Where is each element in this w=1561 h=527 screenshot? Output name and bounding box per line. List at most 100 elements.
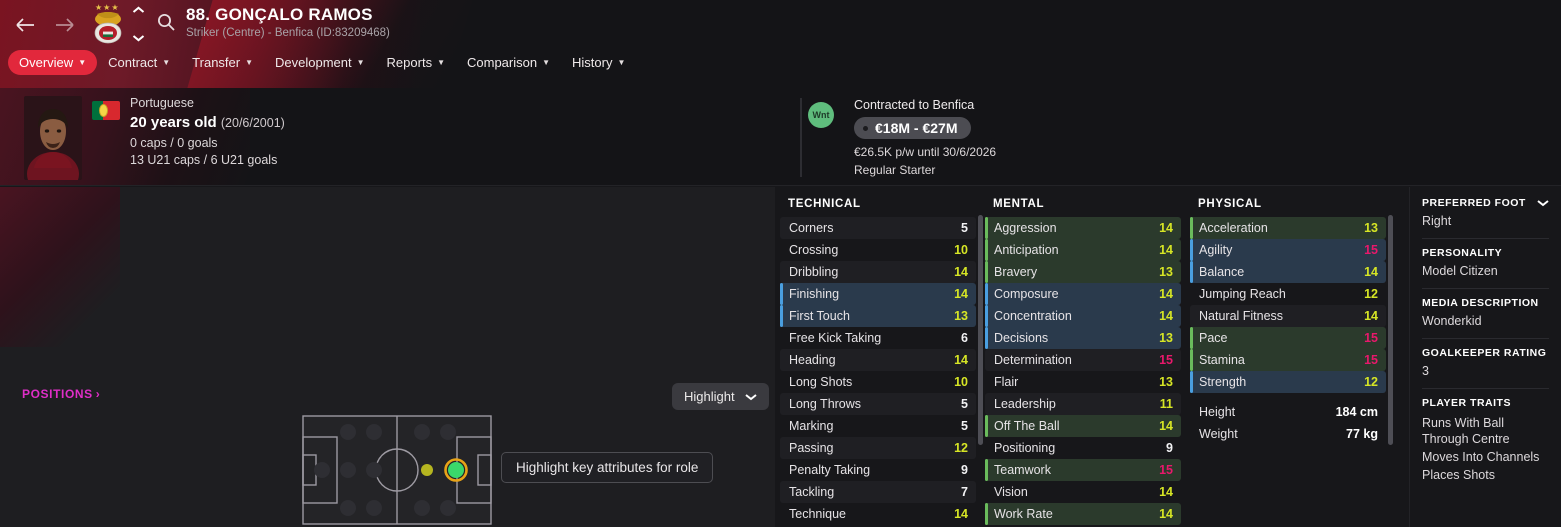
tab-reports[interactable]: Reports ▼ (376, 50, 456, 75)
technical-scrollbar[interactable] (978, 215, 983, 445)
attribute-row[interactable]: Agility 15 (1190, 239, 1386, 261)
attribute-row[interactable]: Corners 5 (780, 217, 976, 239)
attribute-row[interactable]: Stamina 15 (1190, 349, 1386, 371)
attribute-value: 15 (1364, 243, 1378, 257)
attribute-name: Aggression (994, 221, 1057, 235)
tab-transfer[interactable]: Transfer ▼ (181, 50, 264, 75)
attribute-row[interactable]: Teamwork 15 (985, 459, 1181, 481)
preferred-foot-heading[interactable]: PREFERRED FOOT (1422, 197, 1549, 209)
personality-label: PERSONALITY (1422, 246, 1503, 259)
attribute-value: 14 (1159, 243, 1173, 257)
attribute-row[interactable]: Free Kick Taking 6 (780, 327, 976, 349)
tab-contract[interactable]: Contract ▼ (97, 50, 181, 75)
attribute-row[interactable]: Balance 14 (1190, 261, 1386, 283)
mental-scrollbar[interactable] (1388, 215, 1393, 445)
attribute-row[interactable]: Crossing 10 (780, 239, 976, 261)
attribute-row[interactable]: Tackling 7 (780, 481, 976, 503)
attribute-value: 6 (961, 331, 968, 345)
chevron-up-icon[interactable] (132, 6, 145, 14)
player-stepper[interactable] (130, 6, 146, 42)
tab-history[interactable]: History ▼ (561, 50, 636, 75)
transfer-value-badge[interactable]: €18M - €27M (854, 117, 972, 139)
attribute-name: Long Shots (789, 375, 853, 389)
attribute-row[interactable]: Dribbling 14 (780, 261, 976, 283)
tab-comparison[interactable]: Comparison ▼ (456, 50, 561, 75)
wanted-badge[interactable]: Wnt (808, 102, 834, 128)
tab-development[interactable]: Development ▼ (264, 50, 376, 75)
attribute-row[interactable]: Positioning 9 (985, 437, 1181, 459)
attribute-row[interactable]: Long Throws 5 (780, 393, 976, 415)
attribute-name: Long Throws (789, 397, 862, 411)
tab-overview[interactable]: Overview ▼ (8, 50, 98, 75)
attribute-row[interactable]: Aggression 14 (985, 217, 1181, 239)
pitch-diagram[interactable]: Striker (Centre) (302, 415, 492, 527)
attribute-row[interactable]: Pace 15 (1190, 327, 1386, 349)
attribute-value: 5 (961, 221, 968, 235)
attribute-row[interactable]: Determination 15 (985, 349, 1181, 371)
attribute-row[interactable]: Natural Fitness 14 (1190, 305, 1386, 327)
attribute-row[interactable]: Flair 13 (985, 371, 1181, 393)
attribute-row[interactable]: Decisions 13 (985, 327, 1181, 349)
tab-contract-label: Contract (108, 55, 158, 70)
attribute-value: 12 (1364, 375, 1378, 389)
attribute-row[interactable]: Finishing 14 (780, 283, 976, 305)
birthdate-value: (20/6/2001) (220, 116, 285, 130)
attribute-value: 15 (1159, 463, 1173, 477)
attribute-row[interactable]: Long Shots 10 (780, 371, 976, 393)
benfica-crest-icon[interactable]: ★★★ (88, 3, 128, 45)
attribute-name: Crossing (789, 243, 839, 257)
attribute-row[interactable]: Off The Ball 14 (985, 415, 1181, 437)
attribute-row[interactable]: Leadership 11 (985, 393, 1181, 415)
attribute-value: 5 (961, 419, 968, 433)
media-description-value: Wonderkid (1422, 313, 1482, 328)
attribute-name: Technique (789, 507, 846, 521)
player-traits-label: PLAYER TRAITS (1422, 396, 1511, 409)
trait-item: Moves Into Channels (1422, 450, 1540, 464)
attribute-row[interactable]: Heading 14 (780, 349, 976, 371)
left-panel-background (0, 187, 120, 347)
trait-item: Runs With Ball Through Centre (1422, 415, 1510, 446)
chevron-down-icon[interactable] (1537, 199, 1549, 207)
search-icon[interactable] (156, 12, 176, 32)
attribute-row[interactable]: Anticipation 14 (985, 239, 1181, 261)
attribute-row[interactable]: Marking 5 (780, 415, 976, 437)
player-avatar (24, 96, 82, 180)
age-line: 20 years old (20/6/2001) (130, 114, 285, 131)
personality-heading: PERSONALITY (1422, 247, 1549, 259)
attribute-name: Determination (994, 353, 1072, 367)
attribute-name: Corners (789, 221, 834, 235)
attribute-value: 15 (1364, 353, 1378, 367)
highlight-dropdown[interactable]: Highlight (672, 383, 769, 410)
chevron-down-icon[interactable] (132, 34, 145, 42)
attribute-name: Penalty Taking (789, 463, 871, 477)
attribute-value: 14 (1364, 309, 1378, 323)
technical-column: TECHNICAL Corners 5 Crossing 10 Dribbling 1… (780, 187, 983, 527)
goalkeeper-rating-heading: GOALKEEPER RATING (1422, 347, 1549, 359)
forward-arrow-icon[interactable] (48, 8, 82, 42)
attribute-row[interactable]: Work Rate 14 (985, 503, 1181, 525)
attribute-row[interactable]: Bravery 13 (985, 261, 1181, 283)
positions-link[interactable]: POSITIONS › (22, 387, 100, 401)
attribute-row[interactable]: Passing 12 (780, 437, 976, 459)
goalkeeper-rating-label: GOALKEEPER RATING (1422, 346, 1547, 359)
attribute-row[interactable]: Jumping Reach 12 (1190, 283, 1386, 305)
attribute-row[interactable]: First Touch 13 (780, 305, 976, 327)
attribute-name: Tackling (789, 485, 835, 499)
media-description-heading: MEDIA DESCRIPTION (1422, 297, 1549, 309)
attribute-row[interactable]: Technique 14 (780, 503, 976, 525)
player-info-strip: Portuguese 20 years old (20/6/2001) 0 ca… (0, 88, 1561, 186)
attribute-row[interactable]: Penalty Taking 9 (780, 459, 976, 481)
attribute-row[interactable]: Acceleration 13 (1190, 217, 1386, 239)
tab-transfer-label: Transfer (192, 55, 241, 70)
attribute-row[interactable]: Vision 14 (985, 481, 1181, 503)
attribute-row[interactable]: Strength 12 (1190, 371, 1386, 393)
attribute-row[interactable]: Concentration 14 (985, 305, 1181, 327)
attribute-name: Dribbling (789, 265, 839, 279)
back-arrow-icon[interactable] (8, 8, 42, 42)
attribute-value: 15 (1364, 331, 1378, 345)
personality-value: Model Citizen (1422, 263, 1498, 278)
player-title-block: 88. GONÇALO RAMOS Striker (Centre) - Ben… (186, 5, 390, 39)
attribute-value: 13 (1159, 265, 1173, 279)
attribute-row[interactable]: Composure 14 (985, 283, 1181, 305)
attribute-name: Acceleration (1199, 221, 1268, 235)
